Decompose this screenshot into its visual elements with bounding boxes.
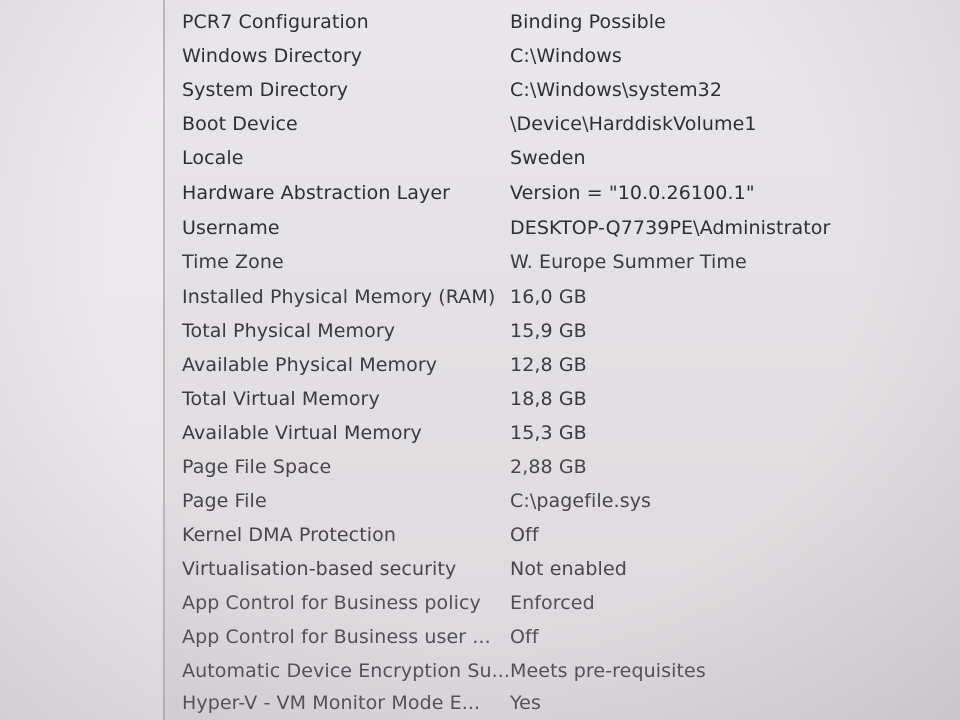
item-name: System Directory bbox=[182, 79, 349, 101]
item-value: Version = "10.0.26100.1" bbox=[510, 182, 755, 204]
item-value: Enforced bbox=[510, 592, 595, 614]
item-name: Automatic Device Encryption Su... bbox=[182, 660, 511, 682]
item-value: 18,8 GB bbox=[510, 388, 587, 410]
list-item[interactable]: Available Virtual Memory 15,3 GB bbox=[165, 416, 960, 450]
list-item[interactable]: App Control for Business policy Enforced bbox=[165, 586, 960, 620]
item-name: Kernel DMA Protection bbox=[182, 524, 397, 546]
item-name: Time Zone bbox=[182, 251, 284, 273]
item-name: Installed Physical Memory (RAM) bbox=[182, 286, 496, 308]
item-value: 16,0 GB bbox=[510, 286, 587, 308]
item-value: 15,9 GB bbox=[510, 320, 587, 342]
list-item[interactable]: Boot Device \Device\HarddiskVolume1 bbox=[165, 107, 960, 141]
item-value: 15,3 GB bbox=[510, 422, 587, 444]
item-name: App Control for Business policy bbox=[182, 592, 481, 614]
item-value: C:\Windows bbox=[510, 45, 622, 67]
system-information-window: PCR7 Configuration Binding Possible Wind… bbox=[0, 0, 960, 720]
system-summary-list: PCR7 Configuration Binding Possible Wind… bbox=[165, 0, 960, 720]
list-item[interactable]: Kernel DMA Protection Off bbox=[165, 518, 960, 552]
list-item[interactable]: Username DESKTOP-Q7739PE\Administrator bbox=[165, 211, 960, 245]
item-name: Total Virtual Memory bbox=[182, 388, 380, 410]
item-value: Yes bbox=[510, 692, 541, 714]
item-name: PCR7 Configuration bbox=[182, 11, 369, 33]
item-name: Hyper-V - VM Monitor Mode E... bbox=[182, 692, 481, 714]
item-value: Meets pre-requisites bbox=[510, 660, 706, 682]
category-tree-pane[interactable] bbox=[0, 0, 163, 720]
item-value: W. Europe Summer Time bbox=[510, 251, 747, 273]
list-item[interactable]: Page File C:\pagefile.sys bbox=[165, 484, 960, 518]
item-name: Available Virtual Memory bbox=[182, 422, 422, 444]
list-item[interactable]: Windows Directory C:\Windows bbox=[165, 39, 960, 73]
item-value: 12,8 GB bbox=[510, 354, 587, 376]
item-value: DESKTOP-Q7739PE\Administrator bbox=[510, 217, 831, 239]
list-item[interactable]: Available Physical Memory 12,8 GB bbox=[165, 348, 960, 382]
list-item[interactable]: Time Zone W. Europe Summer Time bbox=[165, 245, 960, 279]
list-item[interactable]: System Directory C:\Windows\system32 bbox=[165, 73, 960, 107]
item-name: Total Physical Memory bbox=[182, 320, 396, 342]
item-name: Available Physical Memory bbox=[182, 354, 438, 376]
item-name: Username bbox=[182, 217, 280, 239]
item-value: Not enabled bbox=[510, 558, 627, 580]
item-value: C:\pagefile.sys bbox=[510, 490, 652, 512]
item-name: Locale bbox=[182, 147, 244, 169]
list-item[interactable]: Locale Sweden bbox=[165, 141, 960, 175]
item-name: Windows Directory bbox=[182, 45, 363, 67]
list-item[interactable]: Hyper-V - VM Monitor Mode E... Yes bbox=[165, 686, 960, 720]
list-item[interactable]: App Control for Business user ... Off bbox=[165, 620, 960, 654]
list-item[interactable]: Page File Space 2,88 GB bbox=[165, 450, 960, 484]
item-name: Page File Space bbox=[182, 456, 332, 478]
item-name: Hardware Abstraction Layer bbox=[182, 182, 451, 204]
list-item[interactable]: Automatic Device Encryption Su... Meets … bbox=[165, 654, 960, 688]
list-item[interactable]: Total Physical Memory 15,9 GB bbox=[165, 314, 960, 348]
list-item[interactable]: Total Virtual Memory 18,8 GB bbox=[165, 382, 960, 416]
item-value: Binding Possible bbox=[510, 11, 666, 33]
item-value: 2,88 GB bbox=[510, 456, 587, 478]
item-value: C:\Windows\system32 bbox=[510, 79, 723, 101]
item-value: Off bbox=[510, 626, 539, 648]
item-name: Virtualisation-based security bbox=[182, 558, 457, 580]
item-value: \Device\HarddiskVolume1 bbox=[510, 113, 757, 135]
item-name: App Control for Business user ... bbox=[182, 626, 491, 648]
list-item[interactable]: Hardware Abstraction Layer Version = "10… bbox=[165, 176, 960, 210]
list-item[interactable]: Installed Physical Memory (RAM) 16,0 GB bbox=[165, 280, 960, 314]
item-value: Sweden bbox=[510, 147, 586, 169]
item-name: Boot Device bbox=[182, 113, 298, 135]
list-item[interactable]: Virtualisation-based security Not enable… bbox=[165, 552, 960, 586]
list-item[interactable]: PCR7 Configuration Binding Possible bbox=[165, 5, 960, 39]
item-name: Page File bbox=[182, 490, 267, 512]
item-value: Off bbox=[510, 524, 539, 546]
